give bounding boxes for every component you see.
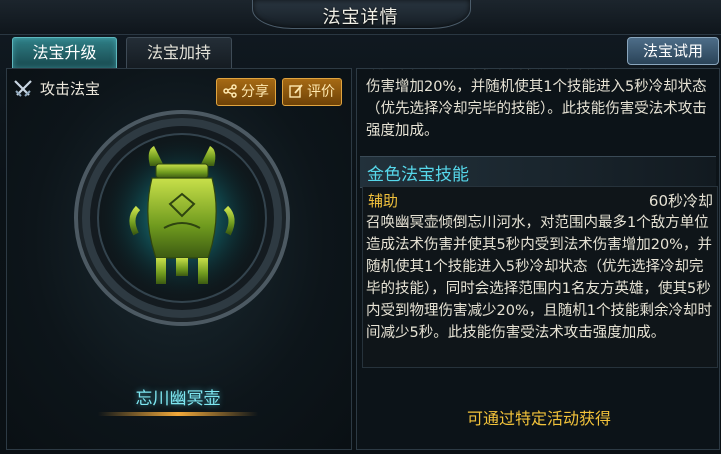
- crossed-swords-icon: [14, 80, 32, 97]
- edit-icon: [289, 84, 303, 98]
- skill-type: 辅助: [368, 192, 399, 210]
- skill-description: 召唤幽冥壶倾倒忘川河水，对范围内最多1个敌方单位造成法术伤害并使其5秒内受到法术…: [366, 215, 712, 341]
- trial-button[interactable]: 法宝试用: [627, 37, 719, 65]
- page-title: 法宝详情: [322, 7, 399, 28]
- review-button-label: 评价: [307, 84, 335, 100]
- review-button[interactable]: 评价: [282, 78, 342, 106]
- treasure-name: 忘川幽冥壶: [135, 389, 221, 409]
- obtain-method: 可通过特定活动获得: [466, 409, 611, 428]
- share-icon: [223, 84, 237, 98]
- section-title: 金色法宝技能: [367, 165, 469, 185]
- name-underline: [98, 412, 258, 416]
- treasure-emblem: [74, 110, 290, 326]
- skill-cooldown: 60秒冷却: [648, 192, 713, 210]
- share-button-label: 分享: [241, 84, 269, 100]
- tab-upgrade[interactable]: 法宝升级: [12, 37, 117, 69]
- treasure-type-label: 攻击法宝: [40, 80, 101, 98]
- previous-skill-desc: 伤害增加20%，并随机使其1个技能进入5秒冷却状态（优先选择冷却完毕的技能）。此…: [366, 79, 707, 139]
- tab-blessing[interactable]: 法宝加持: [126, 37, 232, 69]
- share-button[interactable]: 分享: [216, 78, 276, 106]
